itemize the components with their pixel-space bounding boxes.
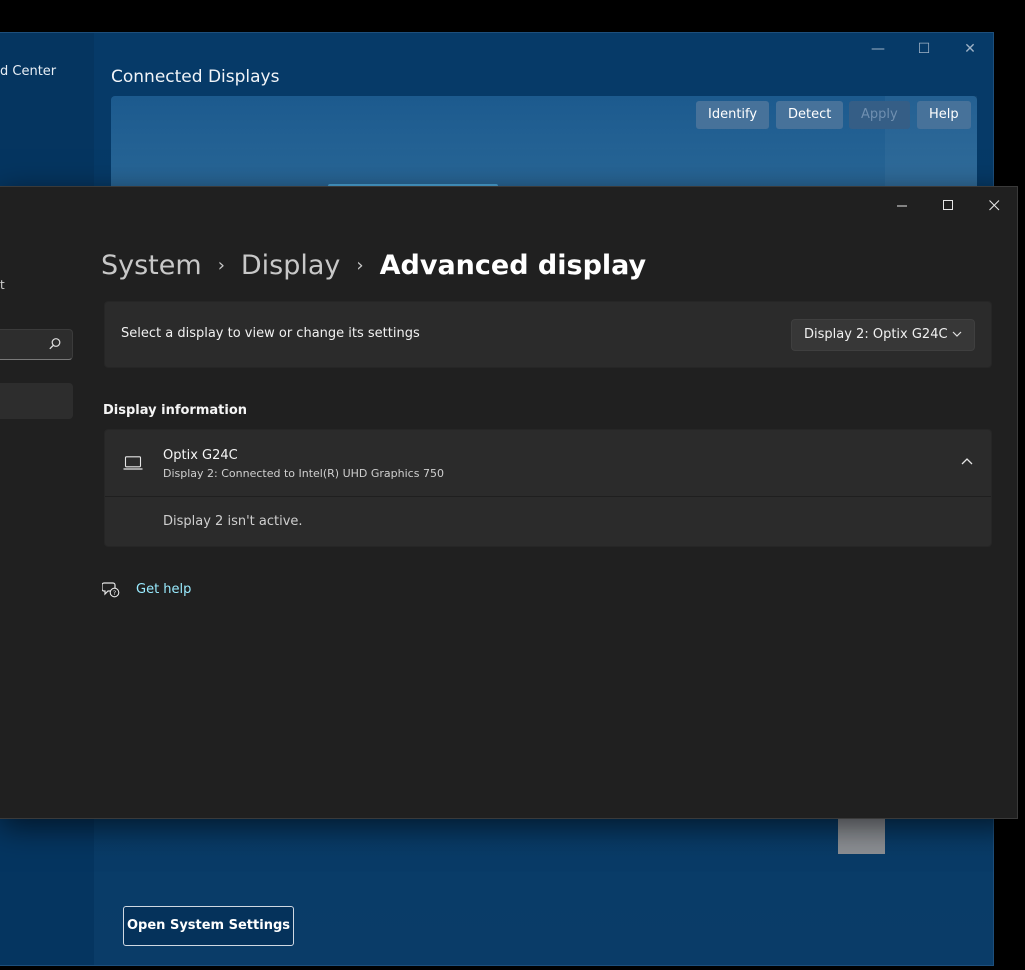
page-title: Advanced display [379, 249, 647, 281]
identify-button[interactable]: Identify [696, 101, 770, 129]
breadcrumb-system[interactable]: System [101, 250, 202, 281]
detect-button[interactable]: Detect [776, 101, 844, 129]
display-status: Display 2 isn't active. [163, 514, 303, 529]
breadcrumb: System › Display › Advanced display [101, 245, 646, 285]
close-icon[interactable] [971, 191, 1017, 221]
bg-maximize-icon[interactable]: ☐ [909, 41, 939, 57]
chevron-right-icon: › [217, 254, 225, 276]
chevron-right-icon: › [356, 254, 364, 276]
sidebar-item-system[interactable] [0, 383, 73, 419]
bg-close-icon[interactable]: ✕ [955, 41, 985, 57]
bg-app-title: d Center [0, 64, 57, 79]
open-system-settings-button[interactable]: Open System Settings [123, 906, 294, 946]
get-help-label: Get help [136, 581, 192, 597]
display-information-heading: Display information [103, 403, 248, 418]
bg-minimize-icon[interactable]: — [863, 41, 893, 57]
display-dropdown-value: Display 2: Optix G24C [804, 327, 948, 342]
select-display-label: Select a display to view or change its s… [121, 326, 420, 341]
maximize-icon[interactable] [925, 191, 971, 221]
display-connection: Display 2: Connected to Intel(R) UHD Gra… [163, 467, 444, 480]
connected-displays-heading: Connected Displays [111, 67, 280, 87]
monitor-stand-block [838, 818, 885, 854]
minimize-icon[interactable] [879, 191, 925, 221]
settings-search-input[interactable] [0, 329, 73, 360]
chevron-up-icon[interactable] [961, 457, 973, 465]
select-display-card: Select a display to view or change its s… [104, 301, 992, 368]
help-chat-icon: ? [102, 582, 120, 598]
display-arrangement-panel: Identify Detect Apply Help [111, 96, 977, 196]
display-info-header[interactable]: Optix G24C Display 2: Connected to Intel… [105, 430, 991, 497]
settings-window: t System › Display › Advanced display Se… [0, 186, 1018, 819]
chevron-down-icon [952, 331, 962, 337]
laptop-icon [123, 456, 143, 470]
display-dropdown[interactable]: Display 2: Optix G24C [791, 319, 975, 351]
svg-text:?: ? [113, 589, 116, 597]
get-help-link[interactable]: ? Get help [102, 580, 191, 598]
sidebar-account-fragment: t [0, 278, 5, 292]
display-name: Optix G24C [163, 448, 238, 463]
help-button[interactable]: Help [917, 101, 971, 129]
search-icon [49, 338, 61, 350]
apply-button[interactable]: Apply [849, 101, 910, 129]
breadcrumb-display[interactable]: Display [241, 250, 341, 281]
display-information-card: Optix G24C Display 2: Connected to Intel… [104, 429, 992, 547]
